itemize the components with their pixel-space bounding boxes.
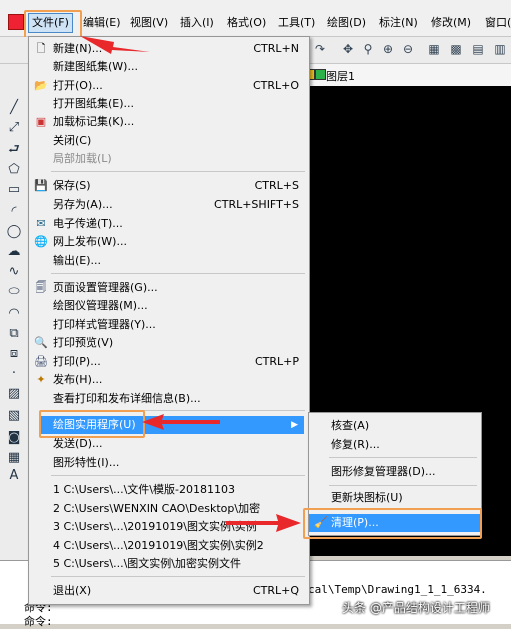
revision-cloud-icon[interactable]: ☁: [6, 244, 22, 260]
construction-line-icon[interactable]: ⤢: [6, 120, 22, 136]
menu-item-etransmit[interactable]: ✉ 电子传递(T)...: [29, 215, 309, 233]
design-center-icon[interactable]: ▩: [448, 41, 464, 57]
table-icon[interactable]: ▦: [6, 450, 22, 466]
menu-separator: [51, 576, 305, 577]
layer-toolbar: 图层1: [300, 64, 511, 87]
annotation-box-drawing-utilities: [39, 410, 145, 438]
line-icon[interactable]: ╱: [6, 100, 22, 116]
layer-color-icon[interactable]: [315, 69, 326, 80]
menu-item-plot[interactable]: 🖨 打印(P)... CTRL+P: [29, 353, 309, 371]
print-preview-icon: 🔍: [34, 336, 48, 349]
menu-item-recent-1[interactable]: 1 C:\Users\...\文件\模版-20181103: [29, 481, 309, 499]
menu-item-plot-details[interactable]: 查看打印和发布详细信息(B)...: [29, 390, 309, 408]
menu-item-publish-web[interactable]: 🌐 网上发布(W)...: [29, 233, 309, 251]
command-input[interactable]: 命令:: [24, 613, 53, 629]
zoom-realtime-icon[interactable]: ⚲: [360, 41, 376, 57]
menu-item-partial-load: 局部加载(L): [53, 152, 112, 165]
menu-separator: [51, 475, 305, 476]
watermark: 头条 @产品结构设计工程师: [342, 601, 490, 615]
annotation-arrow-purge: [226, 514, 301, 532]
properties-icon[interactable]: ▦: [426, 41, 442, 57]
redo-icon[interactable]: ↷: [312, 41, 328, 57]
zoom-previous-icon[interactable]: ⊖: [400, 41, 416, 57]
annotation-arrow-file: [80, 36, 150, 54]
menu-item-plotter-manager[interactable]: 绘图仪管理器(M)...: [29, 297, 309, 315]
layer-name[interactable]: 图层1: [326, 68, 355, 84]
publish-web-icon: 🌐: [34, 235, 48, 248]
menu-dimension[interactable]: 标注(N): [376, 14, 421, 32]
menu-item-publish[interactable]: ✦ 发布(H)...: [29, 371, 309, 389]
menu-item-save[interactable]: 💾 保存(S) CTRL+S: [29, 177, 309, 195]
menu-insert[interactable]: 插入(I): [177, 14, 217, 32]
submenu-item-audit[interactable]: 核查(A): [309, 417, 481, 435]
circle-icon[interactable]: ◯: [6, 224, 22, 240]
multiline-text-icon[interactable]: A: [6, 468, 22, 484]
menu-item-open[interactable]: 📂 打开(O)... CTRL+O: [29, 77, 309, 95]
annotation-box-file-menu: [24, 10, 82, 39]
pan-icon[interactable]: ✥: [340, 41, 356, 57]
polyline-icon[interactable]: ⮐: [6, 142, 22, 158]
submenu-arrow-icon: ▶: [291, 420, 298, 430]
menu-modify[interactable]: 修改(M): [428, 14, 474, 32]
ellipse-arc-icon[interactable]: ◠: [6, 306, 22, 322]
polygon-icon[interactable]: ⬠: [6, 162, 22, 178]
spline-icon[interactable]: ∿: [6, 264, 22, 280]
menu-item-drawing-properties[interactable]: 图形特性(I)...: [29, 454, 309, 472]
menu-item-new[interactable]: 🗋 新建(N)... CTRL+N: [29, 40, 309, 58]
menu-tools[interactable]: 工具(T): [275, 14, 318, 32]
sheet-set-icon[interactable]: ▥: [492, 41, 508, 57]
menu-separator: [51, 171, 305, 172]
menu-item-recent-5[interactable]: 5 C:\Users\...\图文实例\加密实例文件: [29, 555, 309, 573]
print-icon: 🖨: [34, 355, 48, 368]
app-icon[interactable]: [8, 14, 24, 30]
menu-item-save-as[interactable]: 另存为(A)... CTRL+SHIFT+S: [29, 196, 309, 214]
menu-item-page-setup[interactable]: 🗐 页面设置管理器(G)...: [29, 279, 309, 297]
menu-separator: [329, 485, 477, 486]
ellipse-icon[interactable]: ⬭: [6, 284, 22, 300]
menu-item-export[interactable]: 输出(E)...: [29, 252, 309, 270]
tool-palette-icon[interactable]: ▤: [470, 41, 486, 57]
arc-icon[interactable]: ◜: [6, 204, 22, 220]
menu-item-exit[interactable]: 退出(X) CTRL+Q: [29, 582, 309, 600]
menu-draw[interactable]: 绘图(D): [324, 14, 369, 32]
menu-item-recent-4[interactable]: 4 C:\Users\...\20191019\图文实例\实例2: [29, 537, 309, 555]
submenu-item-update-block-icons[interactable]: 更新块图标(U): [309, 489, 481, 507]
region-icon[interactable]: ◙: [6, 430, 22, 446]
menu-item-plot-style-manager[interactable]: 打印样式管理器(Y)...: [29, 316, 309, 334]
publish-icon: ✦: [36, 373, 46, 386]
menu-separator: [51, 273, 305, 274]
rectangle-icon[interactable]: ▭: [6, 182, 22, 198]
point-icon[interactable]: ·: [6, 366, 22, 382]
command-history-line: cal\Temp\Drawing1_1_1_6334.: [308, 583, 487, 596]
annotation-box-purge: [303, 508, 482, 539]
etransmit-icon: ✉: [36, 217, 46, 230]
open-folder-icon: 📂: [34, 79, 48, 92]
menu-item-open-sheet-set[interactable]: 打开图纸集(E)...: [29, 95, 309, 113]
markup-icon: ▣: [35, 115, 47, 128]
gradient-icon[interactable]: ▧: [6, 408, 22, 424]
zoom-window-icon[interactable]: ⊕: [380, 41, 396, 57]
menu-format[interactable]: 格式(O): [224, 14, 269, 32]
submenu-item-recover[interactable]: 修复(R)...: [309, 436, 481, 454]
menu-item-new-sheet-set[interactable]: 新建图纸集(W)...: [29, 58, 309, 76]
submenu-item-recovery-manager[interactable]: 图形修复管理器(D)...: [309, 463, 481, 481]
make-block-icon[interactable]: ⧈: [6, 346, 22, 362]
annotation-arrow-utilities: [142, 414, 220, 430]
menu-window[interactable]: 窗口(: [482, 14, 511, 32]
page-setup-icon: 🗐: [35, 281, 47, 294]
menu-item-plot-preview[interactable]: 🔍 打印预览(V): [29, 334, 309, 352]
save-icon: 💾: [34, 179, 48, 192]
insert-block-icon[interactable]: ⧉: [6, 326, 22, 342]
menu-item-close[interactable]: 关闭(C): [29, 132, 309, 150]
menu-separator: [329, 457, 477, 458]
hatch-icon[interactable]: ▨: [6, 386, 22, 402]
menu-item-load-markup[interactable]: ▣ 加载标记集(K)...: [29, 113, 309, 131]
new-doc-icon: 🗋: [36, 42, 46, 55]
draw-toolbar: ╱ ⤢ ⮐ ⬠ ▭ ◜ ◯ ☁ ∿ ⬭ ◠ ⧉ ⧈ · ▨ ▧ ◙ ▦ A: [0, 64, 29, 564]
